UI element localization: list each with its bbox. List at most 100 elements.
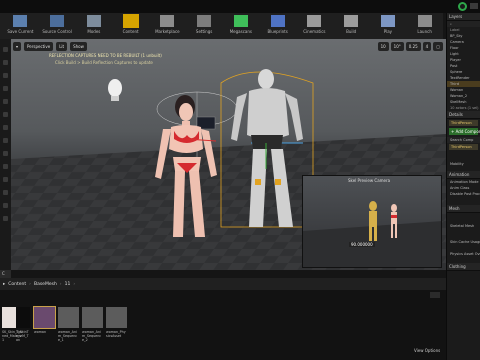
breadcrumb-11[interactable]: 11 (65, 282, 71, 287)
toolbar-label: Megascans (229, 29, 252, 34)
breadcrumb-content[interactable]: Content (8, 282, 26, 287)
tool-icon[interactable] (3, 203, 8, 208)
toolbar-label: Build (346, 29, 357, 34)
tool-icon[interactable] (3, 99, 8, 104)
settings-icon (197, 15, 212, 27)
grid-snap-button[interactable]: 10 (377, 41, 389, 51)
component-list-item[interactable]: ThirdPerson (449, 144, 478, 150)
tool-icon[interactable] (3, 177, 8, 182)
source-control-icon (50, 15, 65, 27)
window-status-area (458, 1, 478, 11)
toolbar-label: Play (383, 29, 393, 34)
asset-name: T_SkinToneM_Tan (16, 330, 29, 342)
tool-icon[interactable] (3, 125, 8, 130)
main-toolbar: Save Current Source Control Modes Content Ma… (0, 13, 443, 39)
level-viewport[interactable]: ▾ Perspective Lit Show 10 10° 0.25 4 ▢ R… (11, 39, 446, 270)
asset-thumbnail (82, 307, 103, 328)
asset-tile[interactable]: woman_PhysicsAsset (106, 307, 127, 345)
asset-name: woman_PhysicsAsset (106, 330, 126, 338)
content-browser-path-bar: ▸ Content › BaseMesh › 11 › (0, 278, 446, 290)
marketplace-icon (160, 15, 175, 27)
toolbar-play-button[interactable]: Play (370, 13, 407, 39)
view-options-button[interactable]: View Options (414, 348, 440, 353)
toolbar-label: Blueprints (267, 29, 288, 34)
tool-icon[interactable] (3, 60, 8, 65)
toolbar-build-button[interactable]: Build (333, 13, 370, 39)
rotation-snap-button[interactable]: 10° (390, 41, 404, 51)
folder-icon[interactable]: ▸ (3, 282, 5, 287)
breadcrumb-separator: › (73, 281, 76, 287)
right-side-panel: Layers ⌕ Label BP_Sky Camera Floor Light Pla… (446, 13, 480, 360)
perspective-button[interactable]: Perspective (24, 41, 54, 51)
play-icon (380, 15, 395, 27)
save-icon (13, 15, 28, 27)
scale-snap-button[interactable]: 0.25 (405, 41, 421, 51)
breadcrumb-basemesh[interactable]: BaseMesh (34, 282, 57, 287)
details-name-field[interactable]: ThirdPerson (449, 120, 478, 126)
layers-tab[interactable]: Layers (447, 13, 480, 21)
modes-icon (86, 15, 101, 27)
tool-icon[interactable] (3, 190, 8, 195)
content-icon (122, 14, 139, 28)
toolbar-marketplace-button[interactable]: Marketplace (149, 13, 186, 39)
window-minimize-icon[interactable] (470, 3, 478, 9)
breadcrumb-separator: › (29, 281, 31, 287)
camera-preview-window: Skel Preview Camera 90.000000 (302, 175, 442, 268)
preview-value: 90.000000 (349, 242, 375, 247)
toolbar-megascans-button[interactable]: Megascans (223, 13, 260, 39)
toolbar-label: Cinematics (303, 29, 326, 34)
camera-speed-button[interactable]: 4 (422, 41, 432, 51)
toolbar-settings-button[interactable]: Settings (186, 13, 223, 39)
toolbar-save-button[interactable]: Save Current (2, 13, 39, 39)
tool-icon[interactable] (3, 73, 8, 78)
asset-tile[interactable]: woman_Anim_Sequence_2 (82, 307, 103, 345)
toolbar-cinematics-button[interactable]: Cinematics (296, 13, 333, 39)
toolbar-modes-button[interactable]: Modes (76, 13, 113, 39)
component-search-input[interactable]: Search Comp (447, 137, 480, 143)
tool-icon[interactable] (3, 164, 8, 169)
blueprints-icon (270, 15, 285, 27)
preview-render (303, 201, 441, 267)
clothing-section[interactable]: Clothing (447, 263, 480, 271)
breadcrumb-separator: › (59, 281, 62, 287)
show-menu-button[interactable]: Show (70, 41, 87, 51)
toolbar-blueprints-button[interactable]: Blueprints (259, 13, 296, 39)
tool-icon[interactable] (3, 151, 8, 156)
launch-icon (417, 15, 432, 27)
tool-icon[interactable] (3, 86, 8, 91)
content-browser-tab[interactable]: C (0, 270, 11, 278)
add-component-button[interactable]: + Add Component (449, 128, 480, 135)
toolbar-launch-button[interactable]: Launch (406, 13, 443, 39)
sort-icon[interactable] (430, 292, 440, 298)
toolbar-content-button[interactable]: Content (112, 13, 149, 39)
asset-name: woman_Anim_Sequence_1 (58, 330, 78, 342)
maximize-viewport-button[interactable]: ▢ (433, 41, 443, 51)
physics-asset-label: Physics Asset Override (450, 252, 480, 256)
outliner-list: BP_Sky Camera Floor Light Player Post Sphere Te… (447, 33, 480, 105)
tool-icon[interactable] (3, 112, 8, 117)
animation-section[interactable]: Animation (447, 171, 480, 179)
tool-icon[interactable] (3, 138, 8, 143)
toolbar-label: Launch (417, 29, 432, 34)
megascans-icon (233, 15, 248, 27)
view-mode-lit-button[interactable]: Lit (56, 41, 68, 51)
details-tab[interactable]: Details (447, 111, 480, 119)
source-control-status-icon[interactable] (458, 1, 467, 11)
tool-icon[interactable] (3, 216, 8, 221)
toolbar-source-control-button[interactable]: Source Control (39, 13, 76, 39)
tool-icon[interactable] (3, 47, 8, 52)
build-icon (344, 15, 359, 27)
mesh-section[interactable]: Mesh (447, 205, 480, 213)
toolbar-label: Settings (195, 29, 213, 34)
asset-tile[interactable]: woman (33, 306, 56, 345)
viewport-side-tools (0, 39, 11, 270)
disable-post-process-label: Disable Post Process (450, 192, 480, 196)
toolbar-label: Save Current (7, 29, 34, 34)
asset-tile[interactable]: T_SkinToneM_Tan (16, 307, 30, 345)
asset-thumbnail (33, 306, 56, 329)
viewport-options-button[interactable]: ▾ (13, 41, 22, 51)
asset-tile[interactable]: woman_Anim_Sequence_1 (58, 307, 79, 345)
